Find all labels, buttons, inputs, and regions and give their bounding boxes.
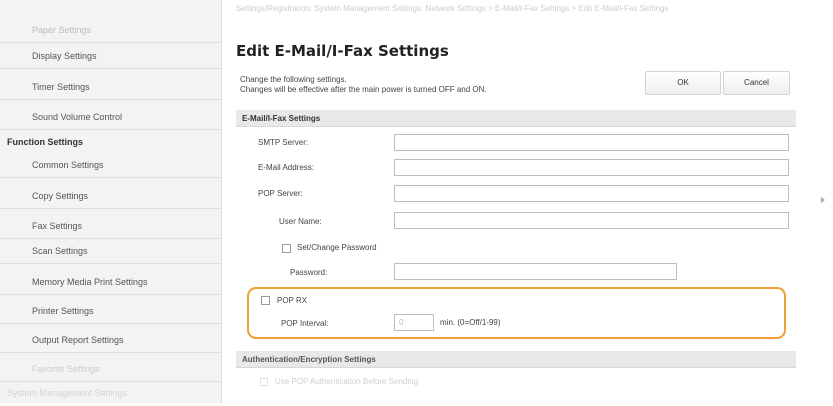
set-change-password-label: Set/Change Password: [297, 243, 377, 252]
sidebar-item-memory-media-print-settings[interactable]: Memory Media Print Settings: [0, 269, 221, 295]
sidebar-item-paper-settings[interactable]: Paper Settings: [0, 17, 221, 43]
pop-interval-unit: min. (0=Off/1-99): [440, 318, 501, 327]
pop-rx-highlight: [247, 287, 786, 339]
user-name-label: User Name:: [279, 217, 322, 226]
pop-interval-input[interactable]: 0: [394, 314, 434, 331]
sidebar-item-fax-settings[interactable]: Fax Settings: [0, 213, 221, 239]
sidebar-item-timer-settings[interactable]: Timer Settings: [0, 74, 221, 100]
sidebar-item-favorite-settings[interactable]: Favorite Settings: [0, 356, 221, 382]
email-address-input[interactable]: [394, 159, 789, 176]
smtp-server-input[interactable]: [394, 134, 789, 151]
sidebar-item-copy-settings[interactable]: Copy Settings: [0, 183, 221, 209]
breadcrumb: Settings/Registration: System Management…: [236, 4, 669, 13]
scroll-right-icon[interactable]: [821, 197, 825, 203]
sidebar-item-common-settings[interactable]: Common Settings: [0, 152, 221, 178]
pop-rx-checkbox[interactable]: [261, 296, 270, 305]
description-line-2: Changes will be effective after the main…: [240, 85, 487, 94]
sidebar-group-system-management[interactable]: System Management Settings: [0, 380, 221, 406]
sidebar-item-scan-settings[interactable]: Scan Settings: [0, 238, 221, 264]
sidebar-item-output-report-settings[interactable]: Output Report Settings: [0, 327, 221, 353]
description-line-1: Change the following settings.: [240, 75, 347, 84]
page-title: Edit E-Mail/I-Fax Settings: [236, 42, 449, 60]
pop-interval-label: POP Interval:: [281, 319, 329, 328]
pop-server-input[interactable]: [394, 185, 789, 202]
pop-server-label: POP Server:: [258, 189, 303, 198]
email-address-label: E-Mail Address:: [258, 163, 315, 172]
sidebar: Paper Settings Display Settings Timer Se…: [0, 0, 222, 403]
user-name-input[interactable]: [394, 212, 789, 229]
password-label: Password:: [290, 268, 328, 277]
set-change-password-checkbox[interactable]: [282, 244, 291, 253]
sidebar-item-sound-volume[interactable]: Sound Volume Control: [0, 104, 221, 130]
sidebar-group-function-settings: Function Settings: [7, 137, 83, 147]
sidebar-item-display-settings[interactable]: Display Settings: [0, 43, 221, 69]
pop-rx-label: POP RX: [277, 296, 308, 305]
page-description: Change the following settings. Changes w…: [240, 75, 487, 95]
use-pop-auth-checkbox[interactable]: [260, 378, 268, 386]
ok-button[interactable]: OK: [645, 71, 721, 95]
email-section-header: E-Mail/I-Fax Settings: [236, 110, 796, 127]
cancel-button[interactable]: Cancel: [723, 71, 790, 95]
password-input[interactable]: [394, 263, 677, 280]
auth-section-header: Authentication/Encryption Settings: [236, 351, 796, 368]
smtp-server-label: SMTP Server:: [258, 138, 309, 147]
sidebar-item-printer-settings[interactable]: Printer Settings: [0, 298, 221, 324]
use-pop-auth-label: Use POP Authentication Before Sending: [275, 377, 419, 386]
